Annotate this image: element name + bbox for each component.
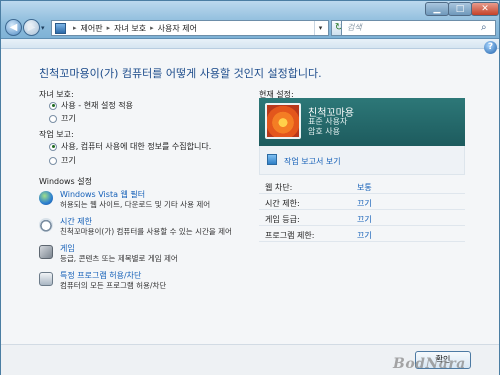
games-desc: 등급, 콘텐츠 또는 제목별로 게임 제어 xyxy=(60,254,178,263)
setting-value[interactable]: 끄기 xyxy=(357,230,372,241)
parental-controls-label: 자녀 보호: xyxy=(39,90,74,99)
search-placeholder: 검색 xyxy=(347,23,362,32)
view-activity-report-link[interactable]: 작업 보고서 보기 xyxy=(284,156,341,167)
setting-label: 프로그램 제한: xyxy=(265,231,315,240)
web-filter-item[interactable]: Windows Vista 웹 필터 허용되는 웹 사이트, 다운로드 및 기타… xyxy=(39,189,259,213)
setting-value[interactable]: 보통 xyxy=(357,182,372,193)
setting-row-programs: 프로그램 제한: 끄기 xyxy=(259,227,465,242)
breadcrumb-separator: ▸ xyxy=(73,24,77,32)
breadcrumb-parental-controls[interactable]: 자녀 보호 xyxy=(114,23,146,34)
address-dropdown-icon[interactable]: ▾ xyxy=(314,21,326,35)
breadcrumb-separator: ▸ xyxy=(106,24,111,32)
user-tile: 친척꼬마용 표준 사용자 암호 사용 xyxy=(259,98,465,146)
time-limits-desc: 친척꼬마용이(가) 컴퓨터를 사용할 수 있는 시간을 제어 xyxy=(60,227,232,236)
title-bar: ▁ □ ✕ ◀ ▶ ▾ ▸ 제어판 ▸ 자녀 보호 ▸ 사용자 제어 ▾ ↻ 검… xyxy=(1,1,499,39)
report-icon xyxy=(267,154,277,165)
breadcrumb-user-controls[interactable]: 사용자 제어 xyxy=(158,23,197,34)
setting-label: 웹 차단: xyxy=(265,183,293,192)
clock-icon xyxy=(39,218,53,232)
option-label: 끄기 xyxy=(61,156,76,165)
help-icon[interactable]: ? xyxy=(484,41,497,54)
option-label: 사용 - 현재 설정 적용 xyxy=(61,101,133,110)
radio-button[interactable] xyxy=(49,156,57,165)
globe-icon xyxy=(39,191,53,205)
activity-reporting-label: 작업 보고: xyxy=(39,130,74,139)
control-panel-window: ▁ □ ✕ ◀ ▶ ▾ ▸ 제어판 ▸ 자녀 보호 ▸ 사용자 제어 ▾ ↻ 검… xyxy=(0,0,500,375)
toolbar xyxy=(1,39,499,49)
program-limits-item[interactable]: 특정 프로그램 허용/차단 컴퓨터의 모든 프로그램 허용/차단 xyxy=(39,270,259,294)
close-button[interactable]: ✕ xyxy=(471,2,499,16)
report-panel: 작업 보고서 보기 xyxy=(259,146,465,175)
program-icon xyxy=(39,272,53,286)
breadcrumb-separator: ▸ xyxy=(150,24,154,32)
setting-value[interactable]: 끄기 xyxy=(357,214,372,225)
activity-on-option[interactable]: 사용, 컴퓨터 사용에 대한 정보를 수집합니다. xyxy=(49,141,211,152)
game-icon xyxy=(39,245,53,259)
setting-label: 게임 등급: xyxy=(265,215,300,224)
search-icon[interactable]: ⌕ xyxy=(481,22,493,34)
activity-off-option[interactable]: 끄기 xyxy=(49,155,76,166)
radio-button[interactable] xyxy=(49,101,57,110)
page-title: 친척꼬마용이(가) 컴퓨터를 어떻게 사용할 것인지 설정합니다. xyxy=(39,67,322,80)
user-avatar xyxy=(265,103,301,139)
search-input[interactable]: 검색 ⌕ xyxy=(341,20,496,36)
radio-button[interactable] xyxy=(49,142,57,151)
back-button[interactable]: ◀ xyxy=(5,19,22,36)
control-panel-icon xyxy=(55,22,66,34)
web-filter-desc: 허용되는 웹 사이트, 다운로드 및 기타 사용 제어 xyxy=(60,200,211,209)
setting-row-games: 게임 등급: 끄기 xyxy=(259,211,465,226)
setting-label: 시간 제한: xyxy=(265,199,300,208)
user-password-status: 암호 사용 xyxy=(308,127,340,136)
radio-button[interactable] xyxy=(49,114,57,123)
recent-pages-dropdown[interactable]: ▾ xyxy=(41,24,49,32)
minimize-button[interactable]: ▁ xyxy=(425,2,449,16)
watermark-logo: BodNara xyxy=(393,356,466,372)
windows-settings-label: Windows 설정 xyxy=(39,177,92,186)
forward-button[interactable]: ▶ xyxy=(23,19,40,36)
maximize-button[interactable]: □ xyxy=(448,2,472,16)
setting-value[interactable]: 끄기 xyxy=(357,198,372,209)
parental-off-option[interactable]: 끄기 xyxy=(49,113,76,124)
time-limits-item[interactable]: 시간 제한 친척꼬마용이(가) 컴퓨터를 사용할 수 있는 시간을 제어 xyxy=(39,216,259,240)
setting-row-web: 웹 차단: 보통 xyxy=(259,179,465,194)
option-label: 끄기 xyxy=(61,114,76,123)
parental-on-option[interactable]: 사용 - 현재 설정 적용 xyxy=(49,100,133,111)
setting-row-time: 시간 제한: 끄기 xyxy=(259,195,465,210)
program-limits-desc: 컴퓨터의 모든 프로그램 허용/차단 xyxy=(60,281,167,290)
address-bar[interactable]: ▸ 제어판 ▸ 자녀 보호 ▸ 사용자 제어 ▾ xyxy=(51,20,329,36)
breadcrumb-control-panel[interactable]: 제어판 xyxy=(81,23,103,34)
games-item[interactable]: 게임 등급, 콘텐츠 또는 제목별로 게임 제어 xyxy=(39,243,259,267)
option-label: 사용, 컴퓨터 사용에 대한 정보를 수집합니다. xyxy=(61,142,212,151)
